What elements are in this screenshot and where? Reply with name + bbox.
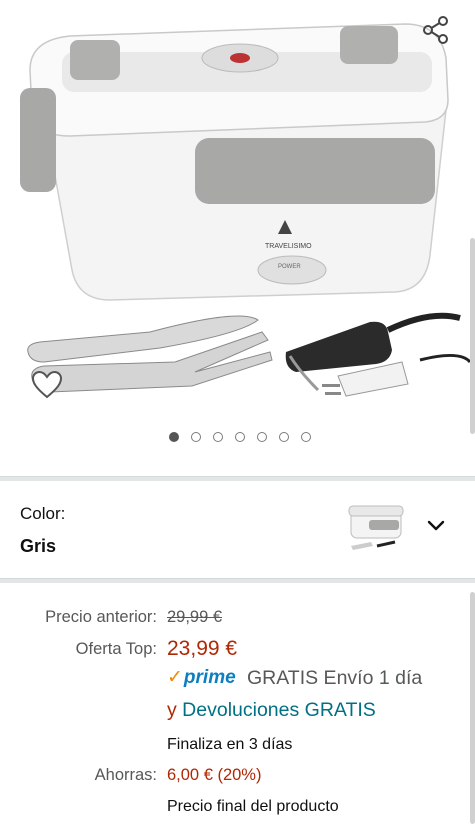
carousel-dots[interactable] — [0, 432, 475, 442]
offer-label: Oferta Top: — [75, 640, 157, 658]
carousel-dot[interactable] — [256, 432, 267, 442]
section-divider — [0, 476, 475, 481]
share-icon[interactable] — [421, 14, 451, 44]
scrollbar-thumb[interactable] — [470, 592, 475, 824]
final-price-note: Precio final del producto — [167, 798, 339, 815]
price-block: Precio anterior: 29,99 € Oferta Top: 23,… — [0, 588, 475, 824]
savings-label: Ahorras: — [94, 766, 157, 784]
scrollbar-thumb[interactable] — [470, 238, 475, 434]
carousel-dot[interactable] — [278, 432, 289, 442]
deal-ends-text: Finaliza en 3 días — [167, 736, 293, 753]
section-divider — [0, 578, 475, 583]
prime-logo-text: prime — [183, 667, 236, 688]
free-shipping-text: GRATIS Envío 1 día — [247, 667, 423, 689]
svg-text:POWER: POWER — [278, 264, 301, 270]
carousel-dot[interactable] — [234, 432, 245, 442]
product-image-gallery[interactable]: TRAVELISIMO POWER — [0, 0, 475, 476]
free-returns-link[interactable]: Devoluciones GRATIS — [182, 699, 376, 721]
svg-text:TRAVELISIMO: TRAVELISIMO — [265, 243, 312, 250]
carousel-dot[interactable] — [300, 432, 311, 442]
carousel-dot[interactable] — [168, 432, 179, 442]
savings-value: 6,00 € (20%) — [167, 766, 262, 784]
color-value: Gris — [20, 536, 57, 556]
prime-badge: ✓prime — [167, 666, 236, 689]
prime-check-icon: ✓ — [167, 667, 183, 688]
returns-line: y Devoluciones GRATIS — [167, 699, 376, 722]
color-label: Color: — [20, 504, 66, 523]
chevron-down-icon[interactable] — [424, 514, 448, 538]
product-photo: TRAVELISIMO POWER — [20, 23, 472, 397]
color-selector[interactable]: Color: Gris — [0, 490, 475, 576]
carousel-dot[interactable] — [212, 432, 223, 442]
color-variant-thumbnail[interactable] — [345, 502, 407, 558]
heart-icon[interactable] — [30, 368, 64, 402]
carousel-dot[interactable] — [190, 432, 201, 442]
previous-price-label: Precio anterior: — [45, 608, 157, 626]
returns-prefix: y — [167, 699, 177, 721]
offer-price: 23,99 € — [167, 637, 238, 660]
previous-price-value: 29,99 € — [167, 608, 223, 626]
